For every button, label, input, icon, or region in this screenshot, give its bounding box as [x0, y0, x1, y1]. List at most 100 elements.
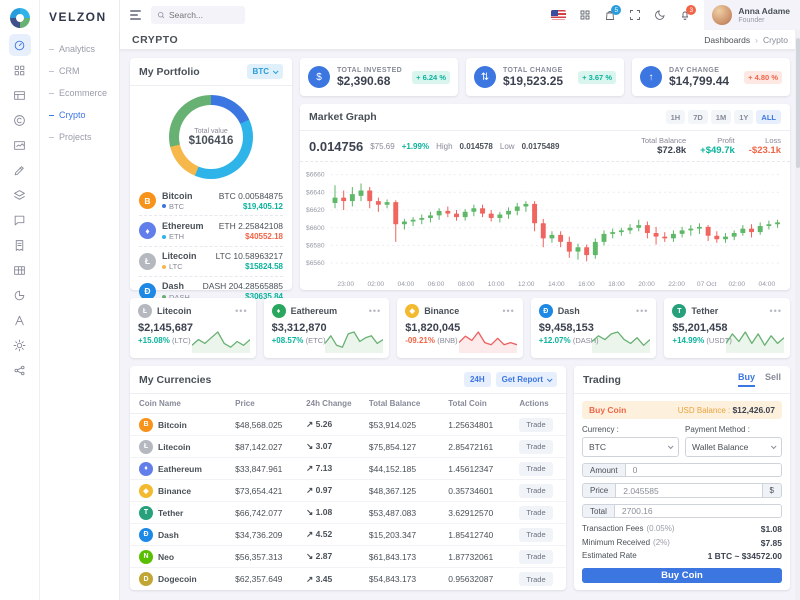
sidebar-icon-rail [0, 0, 40, 600]
card-menu-icon[interactable]: ••• [636, 307, 648, 316]
candlestick-chart[interactable]: $6660 $6640 $6620 $6600 $6580 $6560 23:00 02:00… [300, 162, 790, 290]
trade-button[interactable]: Trade [519, 527, 553, 542]
language-flag-icon[interactable] [551, 10, 567, 20]
coin-card-eathereum: ♦ Eathereum ••• $3,312,870 +08.57% (ETC) [263, 298, 390, 358]
breadcrumb-dashboards[interactable]: Dashboards [704, 35, 750, 45]
donut-center-value: $106416 [188, 134, 234, 147]
svg-text:23:00: 23:00 [337, 281, 354, 288]
notifications-bell-icon[interactable]: 3 [679, 5, 697, 21]
price-input[interactable] [616, 484, 762, 497]
main-area: 5 3 Anna AdameFounder CRYPTO Dashboards … [120, 0, 800, 600]
svg-text:12:00: 12:00 [518, 281, 535, 288]
invoices-icon[interactable] [9, 234, 31, 256]
range-1h-button[interactable]: 1H [665, 110, 686, 124]
get-report-button[interactable]: Get Report [495, 372, 557, 387]
app-window: VELZON Analytics CRM Ecommerce Crypto Projec… [0, 0, 800, 600]
my-currencies-card: My Currencies 24H Get Report Coin Name Pr… [130, 366, 566, 590]
svg-text:08:00: 08:00 [458, 281, 475, 288]
fullscreen-icon[interactable] [629, 9, 641, 21]
binance-icon: ◆ [139, 483, 153, 498]
bitcoin-icon: B [139, 417, 153, 432]
scrollbar[interactable] [795, 30, 800, 600]
chat-icon[interactable] [9, 209, 31, 231]
trade-button[interactable]: Trade [519, 461, 553, 476]
svg-text:10:00: 10:00 [488, 281, 505, 288]
payment-method-label: Payment Method : [685, 425, 750, 434]
binance-icon: ◆ [405, 304, 420, 318]
card-menu-icon[interactable]: ••• [502, 307, 514, 316]
range-7d-button[interactable]: 7D [688, 110, 708, 124]
trade-button[interactable]: Trade [519, 505, 553, 520]
range-all-button[interactable]: ALL [756, 110, 781, 124]
app-logo-icon[interactable] [9, 8, 30, 28]
card-menu-icon[interactable]: ••• [369, 307, 381, 316]
trade-button[interactable]: Trade [519, 439, 553, 454]
total-input[interactable] [614, 504, 781, 518]
multilevel-icon[interactable] [9, 359, 31, 381]
stat-card-total-change: ⇅ TOTAL CHANGE $19,523.25 + 3.67 % [466, 58, 624, 96]
tab-sell[interactable]: Sell [765, 372, 781, 387]
scrollbar-thumb[interactable] [795, 38, 800, 168]
search-input[interactable] [169, 10, 239, 20]
stat-icon: ↑ [640, 66, 662, 88]
dark-mode-moon-icon[interactable] [654, 9, 666, 21]
total-field-group: Total [582, 503, 782, 519]
market-usd-change: +1.99% [401, 141, 430, 151]
tab-buy[interactable]: Buy [737, 372, 755, 387]
svg-text:$6640: $6640 [306, 189, 325, 196]
pages-icon[interactable] [9, 109, 31, 131]
portfolio-currency-select[interactable]: BTC [246, 64, 283, 79]
media-icon[interactable] [9, 134, 31, 156]
breadcrumb-separator: › [755, 34, 758, 45]
range-24h-button[interactable]: 24H [463, 372, 491, 387]
layouts-icon[interactable] [9, 84, 31, 106]
svg-text:20:00: 20:00 [638, 281, 655, 288]
notifications-badge: 3 [686, 5, 697, 15]
buy-coin-button[interactable]: Buy Coin [582, 567, 782, 584]
web-apps-icon[interactable] [579, 9, 591, 21]
dashboards-icon[interactable] [8, 34, 31, 56]
maps-icon[interactable] [9, 309, 31, 331]
svg-text:04:00: 04:00 [759, 281, 776, 288]
summary-profit: Profit +$49.7k [700, 136, 735, 156]
card-menu-icon[interactable]: ••• [235, 307, 247, 316]
amount-field-group: Amount [582, 463, 782, 478]
trade-button[interactable]: Trade [519, 549, 553, 564]
range-1y-button[interactable]: 1Y [734, 110, 754, 124]
trade-button[interactable]: Trade [519, 572, 553, 586]
hamburger-menu-icon[interactable] [130, 10, 141, 20]
user-avatar [712, 5, 733, 25]
svg-text:14:00: 14:00 [548, 281, 565, 288]
coin-card-binance: ◆ Binance ••• $1,820,045 -09.21% (BNB) [397, 298, 523, 358]
search-box[interactable] [151, 6, 245, 24]
trade-button[interactable]: Trade [519, 483, 553, 498]
stat-change-badge: + 4.80 % [744, 70, 782, 84]
brand-logo[interactable]: VELZON [40, 0, 119, 38]
range-1m-button[interactable]: 1M [710, 110, 732, 124]
sidebar-item-crm[interactable]: CRM [40, 60, 119, 82]
apps-icon[interactable] [9, 59, 31, 81]
payment-method-select[interactable]: Wallet Balance [685, 437, 782, 457]
settings-icon[interactable] [9, 334, 31, 356]
table-row-tether: T Tether $66,742.077 ↘ 1.08 $53,487.083 3.629… [130, 502, 566, 524]
table-row-dash: Đ Dash $34,736.209 ↗ 4.52 $15,203.347 1.85412… [130, 524, 566, 546]
charts-icon[interactable] [9, 284, 31, 306]
components-icon[interactable] [9, 184, 31, 206]
user-profile-menu[interactable]: Anna Adame Founder [704, 0, 800, 30]
trade-button[interactable]: Trade [519, 417, 553, 432]
sidebar-item-crypto[interactable]: Crypto [40, 104, 119, 126]
currency-select[interactable]: BTC [582, 437, 679, 457]
tables-icon[interactable] [9, 259, 31, 281]
market-stats-row: 0.014756 $75.69 +1.99% High 0.014578 Low… [300, 131, 790, 162]
sidebar-item-analytics[interactable]: Analytics [40, 38, 119, 60]
price-field-group: Price $ [582, 483, 782, 498]
sidebar-item-ecommerce[interactable]: Ecommerce [40, 82, 119, 104]
card-menu-icon[interactable]: ••• [770, 307, 782, 316]
cart-icon[interactable]: 5 [604, 5, 622, 21]
breadcrumb-current: Crypto [762, 34, 788, 45]
forms-icon[interactable] [9, 159, 31, 181]
dashboard-content: My Portfolio BTC Total value $106416 B Bi… [120, 50, 800, 600]
sidebar-item-projects[interactable]: Projects [40, 126, 119, 148]
amount-input[interactable] [625, 464, 781, 477]
coin-card-tether: T Tether ••• $5,201,458 +14.99% (USDT) [664, 298, 790, 358]
